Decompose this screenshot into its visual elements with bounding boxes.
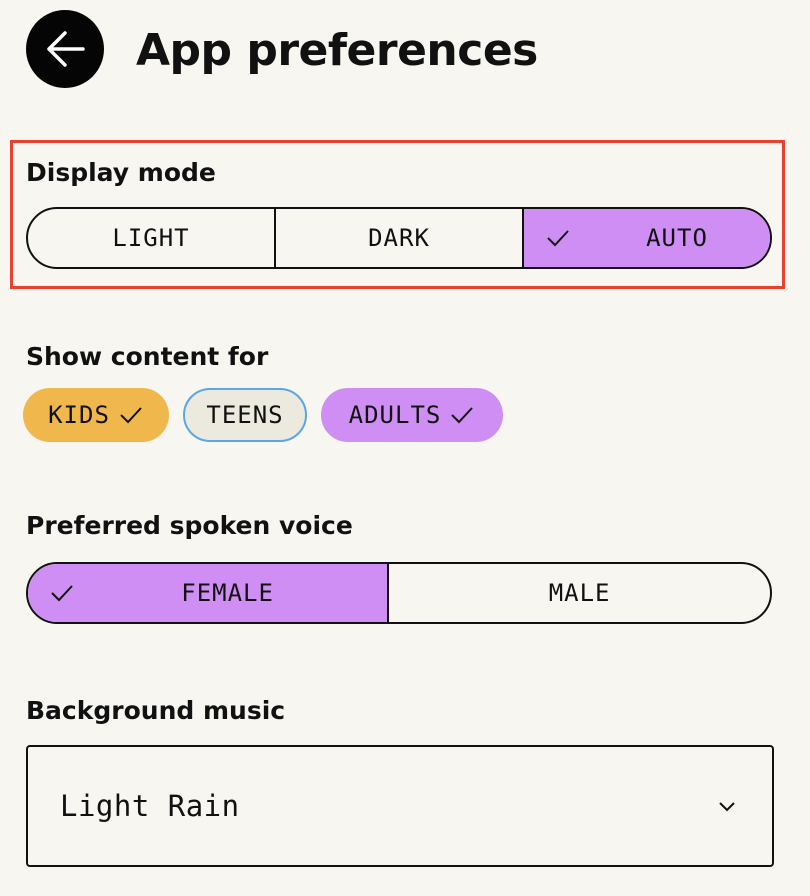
music-label: Background music: [26, 696, 286, 725]
option-label: LIGHT: [112, 224, 190, 252]
select-value: Light Rain: [60, 789, 240, 823]
voice-label: Preferred spoken voice: [26, 511, 353, 540]
voice-option-female[interactable]: FEMALE: [28, 564, 388, 622]
checkmark-icon: [51, 585, 73, 602]
chip-label: TEENS: [206, 401, 284, 429]
back-button[interactable]: [26, 10, 104, 88]
chevron-down-icon: [719, 802, 735, 812]
page-header: App preferences: [26, 10, 538, 88]
display-mode-option-auto[interactable]: AUTO: [522, 209, 770, 267]
chip-teens[interactable]: TEENS: [183, 388, 307, 442]
option-label: MALE: [548, 579, 611, 607]
option-label: FEMALE: [181, 579, 274, 607]
checkmark-icon: [547, 230, 569, 247]
display-mode-label: Display mode: [26, 158, 216, 187]
option-label: DARK: [368, 224, 430, 252]
checkmark-icon: [451, 407, 474, 424]
chip-kids[interactable]: KIDS: [23, 388, 169, 442]
option-label: AUTO: [646, 224, 708, 252]
chip-label: KIDS: [48, 401, 110, 429]
page-title: App preferences: [136, 24, 538, 76]
checkmark-icon: [120, 407, 142, 424]
background-music-select[interactable]: Light Rain: [26, 745, 774, 867]
voice-selector: FEMALE MALE: [26, 562, 772, 624]
display-mode-option-light[interactable]: LIGHT: [28, 209, 274, 267]
content-for-chips: KIDS TEENS ADULTS: [23, 388, 503, 442]
arrow-left-icon: [47, 31, 85, 67]
voice-option-male[interactable]: MALE: [387, 564, 770, 622]
chip-label: ADULTS: [348, 401, 442, 429]
display-mode-option-dark[interactable]: DARK: [274, 209, 522, 267]
chip-adults[interactable]: ADULTS: [321, 388, 503, 442]
display-mode-selector: LIGHT DARK AUTO: [26, 207, 772, 269]
content-for-label: Show content for: [26, 342, 269, 371]
